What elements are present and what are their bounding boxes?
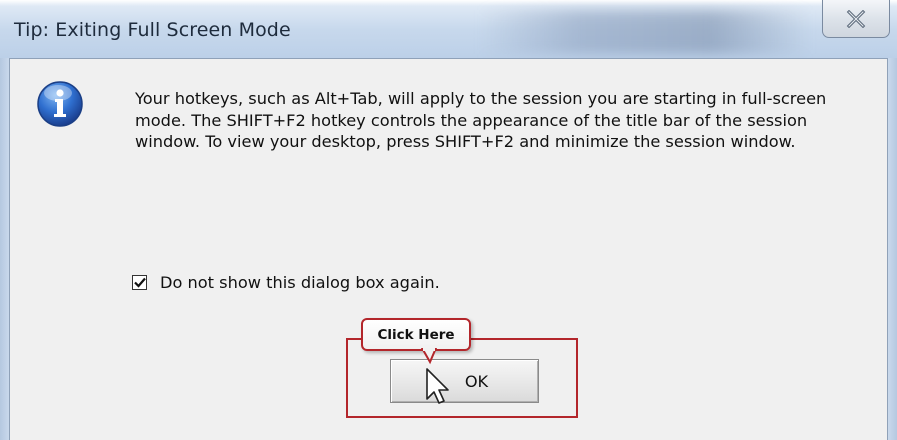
checkmark-icon (133, 277, 146, 288)
callout-pointer (420, 348, 438, 365)
close-button[interactable] (822, 0, 890, 38)
dialog-message: Your hotkeys, such as Alt+Tab, will appl… (135, 89, 827, 151)
dont-show-again-option[interactable]: Do not show this dialog box again. (132, 272, 440, 292)
blurred-background (480, 10, 810, 54)
checkbox-label: Do not show this dialog box again. (160, 272, 440, 292)
dialog-window: Tip: Exiting Full Screen Mode Your hotke… (0, 0, 897, 440)
window-title: Tip: Exiting Full Screen Mode (14, 19, 291, 41)
click-here-callout: Click Here (361, 318, 471, 351)
dont-show-again-checkbox[interactable] (132, 274, 147, 290)
window-frame-right (888, 58, 897, 440)
close-icon (846, 9, 866, 28)
callout-text: Click Here (377, 326, 455, 343)
ok-button-label: OK (464, 371, 489, 391)
window-frame-left (0, 58, 9, 440)
title-bar[interactable]: Tip: Exiting Full Screen Mode (0, 0, 897, 58)
ok-button[interactable]: OK (390, 359, 539, 403)
info-icon (37, 81, 83, 127)
mouse-cursor-icon (426, 368, 449, 404)
